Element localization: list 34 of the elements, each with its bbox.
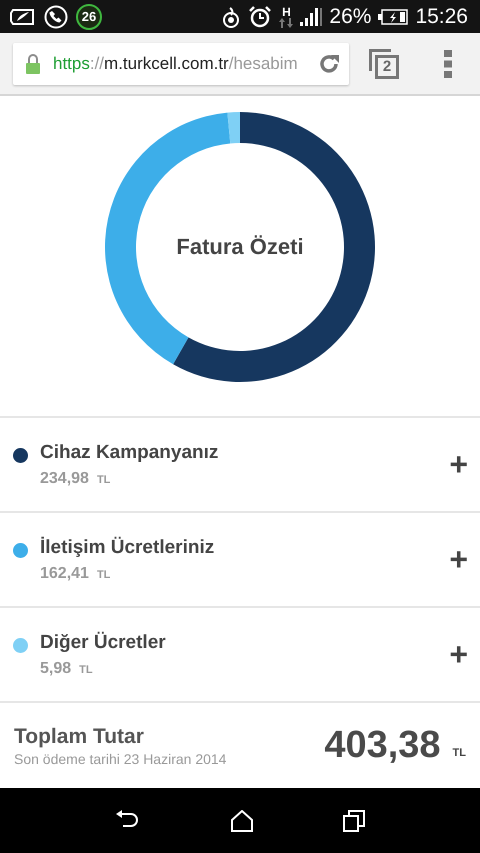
due-date: Son ödeme tarihi 23 Haziran 2014 bbox=[14, 750, 228, 766]
chart-title: Fatura Özeti bbox=[176, 234, 304, 260]
phone-icon bbox=[44, 4, 68, 28]
target-icon bbox=[221, 6, 242, 28]
item-name: Diğer Ücretler bbox=[40, 632, 167, 654]
signal-icon bbox=[300, 8, 322, 26]
expand-button[interactable]: + bbox=[447, 636, 470, 673]
item-name: İletişim Ücretleriniz bbox=[40, 536, 216, 558]
battery-icon bbox=[378, 8, 408, 24]
battery-percent: 26% bbox=[329, 4, 372, 28]
menu-icon[interactable] bbox=[443, 50, 453, 78]
clock: 15:26 bbox=[415, 4, 468, 28]
currency-label: TL bbox=[79, 664, 93, 676]
message-icon bbox=[10, 8, 36, 26]
item-amount: 5,98 bbox=[40, 660, 72, 678]
total-amount: 403,38 bbox=[324, 724, 441, 767]
total-label: Toplam Tutar bbox=[14, 724, 145, 748]
notification-badge: 26 bbox=[76, 4, 102, 30]
item-amount: 234,98 bbox=[40, 470, 89, 488]
data-arrows-icon bbox=[279, 18, 294, 28]
address-bar[interactable]: https://m.turkcell.com.tr/hesabim bbox=[13, 42, 349, 84]
alarm-icon bbox=[248, 4, 272, 28]
recent-apps-icon[interactable] bbox=[343, 810, 366, 832]
expand-button[interactable]: + bbox=[447, 446, 470, 483]
lock-icon bbox=[25, 52, 41, 74]
expand-button[interactable]: + bbox=[447, 541, 470, 578]
home-icon[interactable] bbox=[230, 810, 254, 832]
currency-label: TL bbox=[96, 474, 110, 486]
item-amount: 162,41 bbox=[40, 564, 89, 582]
item-name: Cihaz Kampanyanız bbox=[40, 442, 220, 464]
currency-label: TL bbox=[452, 746, 466, 758]
currency-label: TL bbox=[96, 568, 110, 580]
url-text: https://m.turkcell.com.tr/hesabim bbox=[53, 54, 299, 74]
network-type: H bbox=[282, 6, 291, 18]
